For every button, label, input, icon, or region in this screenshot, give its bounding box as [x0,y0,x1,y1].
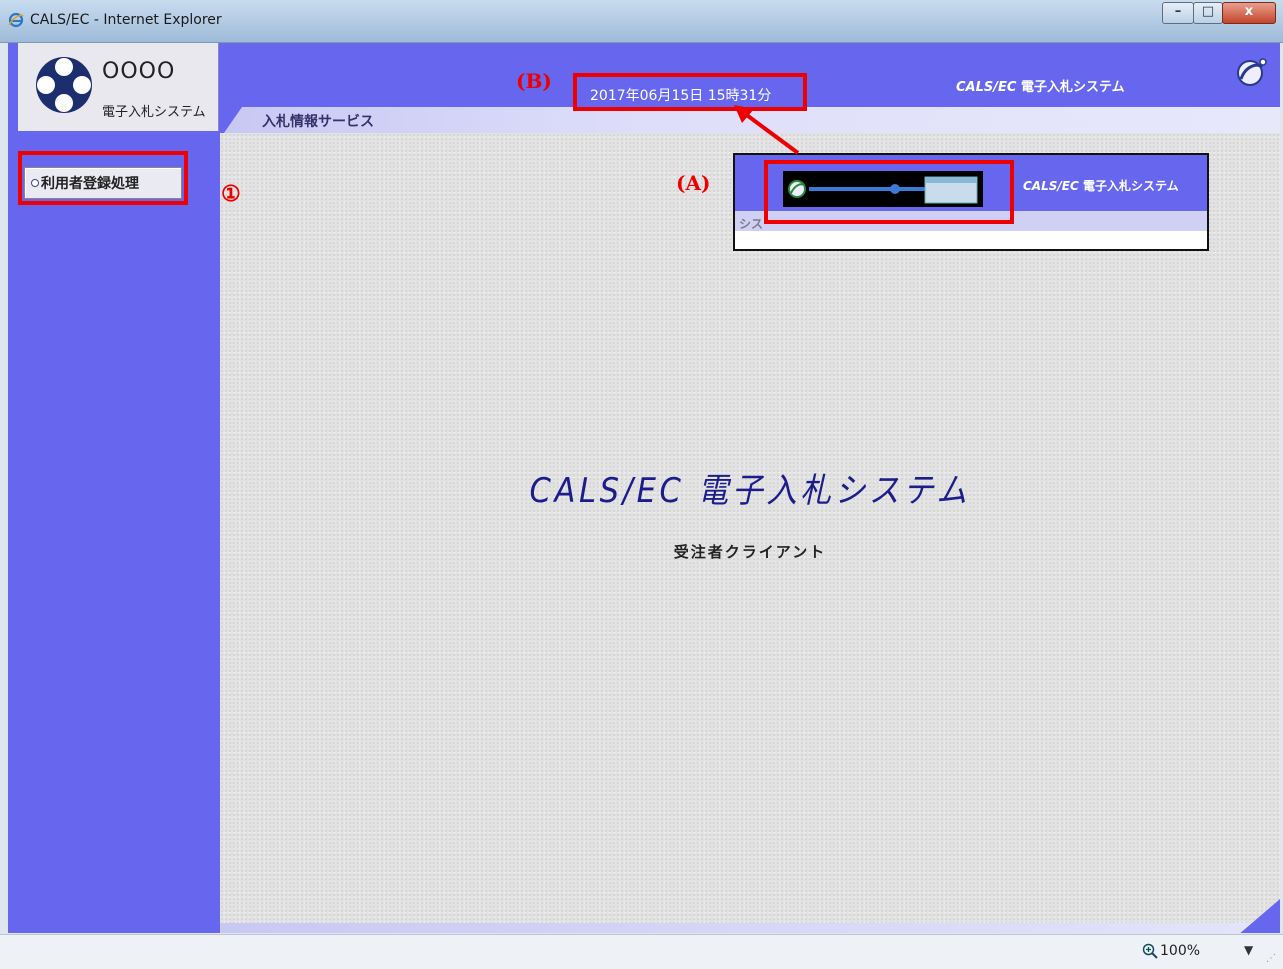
main-subtitle: 受注者クライアント [673,543,827,561]
inset-system-name: CALS/EC 電子入札システム [1023,177,1179,194]
close-icon: x [1244,4,1254,19]
main-title: CALS/EC 電子入札システム [529,471,971,511]
logo-emblem-icon [36,57,92,113]
logo-text: OOOO [102,59,176,84]
annotation-arrow [734,105,800,155]
page-content: OOOO 電子入札システム 2017年06月15日 15時31分 CALS/EC… [8,43,1280,933]
logo-subtext: 電子入札システム [102,105,206,120]
annotation-box-a [764,160,1014,224]
annotation-label-1: ① [221,181,241,207]
zoom-icon[interactable] [1142,943,1158,959]
minimize-button[interactable]: – [1162,2,1194,24]
main-panel: CALS/EC 電子入札システム 受注者クライアント [220,133,1280,923]
resize-grip-icon[interactable]: ⋰ [1266,953,1276,964]
close-button[interactable]: x [1222,2,1276,24]
globe-icon[interactable] [1236,57,1268,87]
inset-system-name-jp: 電子入札システム [1082,179,1179,193]
window-title: CALS/EC - Internet Explorer [30,12,222,28]
sidebar [18,133,218,933]
browser-window: CALS/EC - Internet Explorer – □ x OOOO 電… [0,0,1283,969]
inset-faded-menu: シス [739,217,764,231]
service-label: 入札情報サービス [262,114,374,130]
minimize-icon: – [1174,4,1182,19]
system-logo: OOOO 電子入札システム [18,43,219,131]
annotation-label-a: (A) [676,171,711,195]
header-system-name-italic: CALS/EC [956,80,1017,95]
header-system-name: CALS/EC 電子入札システム [956,76,1125,95]
inset-system-name-italic: CALS/EC [1023,179,1079,193]
bottom-band [220,923,1280,933]
annotation-box-1 [18,151,188,205]
maximize-button[interactable]: □ [1193,2,1223,24]
title-bar: CALS/EC - Internet Explorer – □ x [0,0,1283,43]
header-system-name-jp: 電子入札システム [1020,80,1125,95]
annotation-label-b: (B) [516,69,552,93]
zoom-level[interactable]: 100% [1160,943,1200,959]
zoom-dropdown-icon[interactable]: ▼ [1244,943,1253,957]
status-bar: 100% ▼ ⋰ [0,934,1283,969]
maximize-icon: □ [1201,4,1215,19]
ie-icon [8,12,24,28]
